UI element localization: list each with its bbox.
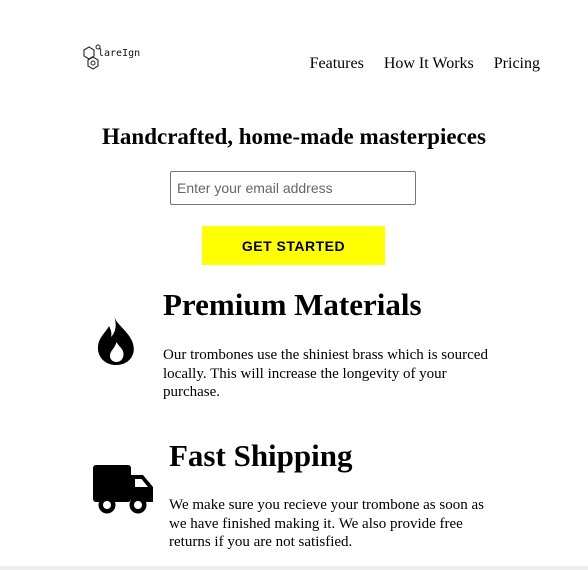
logo[interactable]: lareIgn [80,44,150,78]
logo-text: lareIgn [98,48,141,59]
get-started-button[interactable]: GET STARTED [202,226,385,265]
email-input[interactable] [170,171,416,205]
nav-link-pricing[interactable]: Pricing [494,55,540,73]
hero-title: Handcrafted, home-made masterpieces [102,124,486,149]
main-nav: Features How It Works Pricing [310,55,540,73]
feature-text-premium-materials: Our trombones use the shiniest brass whi… [163,347,488,400]
nav-link-features[interactable]: Features [310,55,364,73]
feature-title-fast-shipping: Fast Shipping [169,438,353,473]
feature-text-fast-shipping: We make sure you recieve your trombone a… [169,497,484,550]
nav-link-how-it-works[interactable]: How It Works [384,55,474,73]
feature-title-premium-materials: Premium Materials [163,287,422,322]
truck-icon [93,465,153,514]
fire-icon [97,316,134,365]
page-bottom-edge [0,566,588,570]
